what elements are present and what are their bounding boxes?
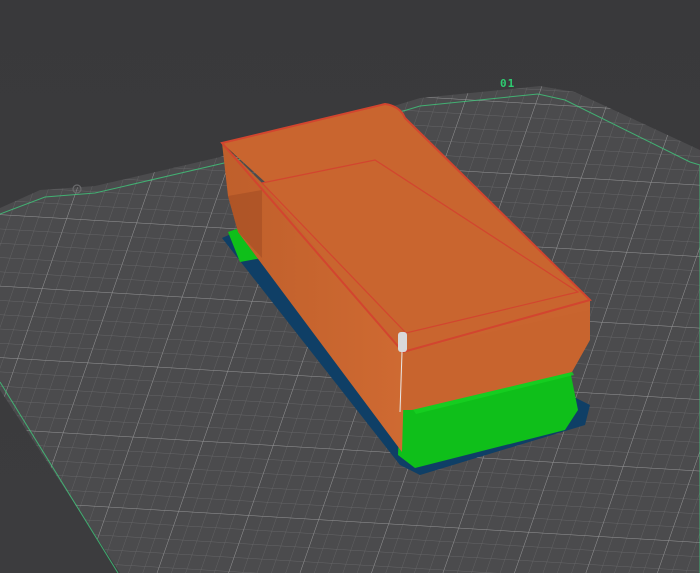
- scene-canvas[interactable]: [0, 0, 700, 573]
- 3d-viewport[interactable]: 01: [0, 0, 700, 573]
- seam-marker-icon: [398, 332, 407, 352]
- plate-label: 01: [500, 77, 516, 90]
